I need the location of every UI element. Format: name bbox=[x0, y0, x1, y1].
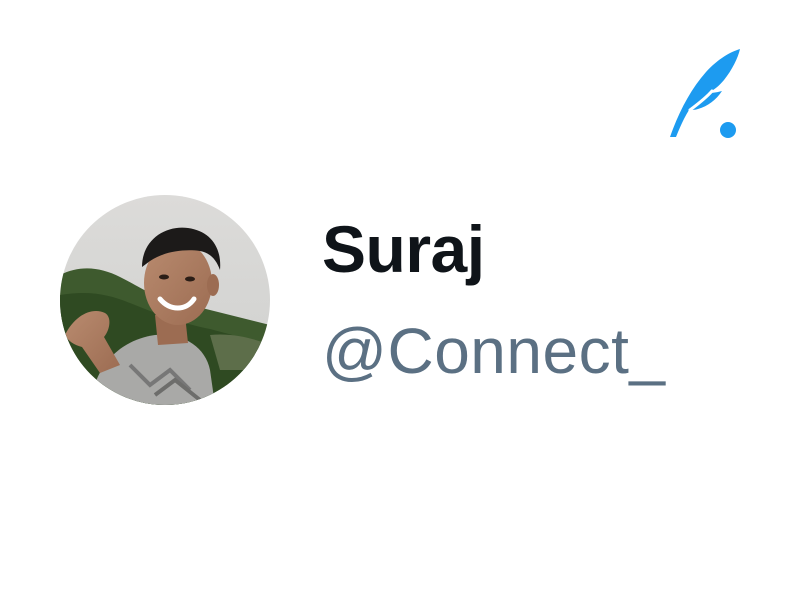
brand-logo bbox=[662, 44, 748, 144]
profile-photo bbox=[60, 195, 270, 405]
handle-container: @Connect_ bbox=[322, 306, 682, 396]
quill-feather-icon bbox=[670, 49, 740, 138]
avatar[interactable] bbox=[60, 195, 270, 405]
username-handle: @Connect_ bbox=[322, 315, 666, 387]
display-name: Suraj bbox=[322, 212, 485, 286]
